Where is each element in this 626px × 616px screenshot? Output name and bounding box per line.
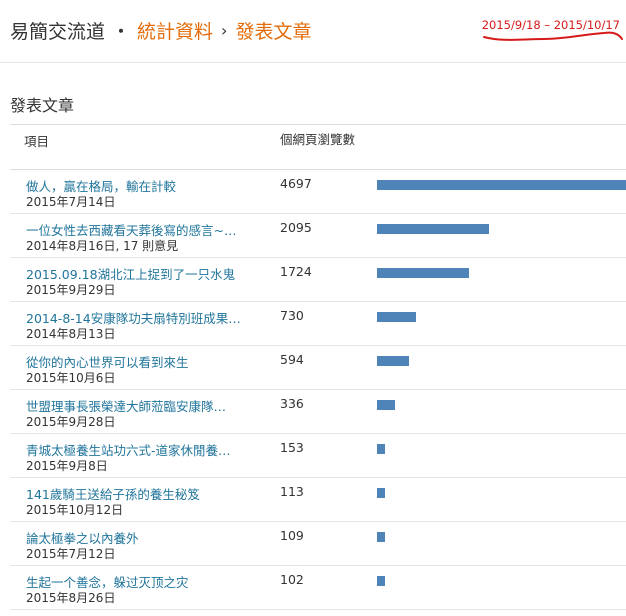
header: 易簡交流道 ・ 統計資料 › 發表文章 2015/9/18 – 2015/10/… xyxy=(0,0,626,63)
table-row: 世盟理事長張榮達大師蒞臨安康隊… 2015年9月28日 336 xyxy=(10,390,626,434)
view-count-bar xyxy=(377,268,469,278)
post-date-meta: 2015年9月8日 xyxy=(26,459,108,473)
table-row: 2014-8-14安康隊功夫扇特別班成果… 2014年8月13日 730 xyxy=(10,302,626,346)
view-count: 102 xyxy=(280,572,304,587)
post-date-meta: 2015年8月26日 xyxy=(26,591,116,605)
view-count-bar xyxy=(377,488,385,498)
table-row: 論太極拳之以內養外 2015年7月12日 109 xyxy=(10,522,626,566)
post-date-meta: 2015年7月14日 xyxy=(26,195,116,209)
view-count: 730 xyxy=(280,308,304,323)
table-row: 做人，贏在格局，輸在計較 2015年7月14日 4697 xyxy=(10,170,626,214)
table-row: 一位女性去西藏看天葬後寫的感言~… 2014年8月16日, 17 則意見 2095 xyxy=(10,214,626,258)
breadcrumb-site-name[interactable]: 易簡交流道 xyxy=(10,17,105,44)
view-count-bar xyxy=(377,356,409,366)
breadcrumb-current-page: 發表文章 xyxy=(235,20,312,43)
table-row: 青城太極養生站功六式-道家休閒養… 2015年9月8日 153 xyxy=(10,434,626,478)
view-count: 153 xyxy=(280,440,304,455)
breadcrumb-stats-link[interactable]: 統計資料 xyxy=(137,17,213,44)
column-header-item[interactable]: 項目 xyxy=(24,131,49,150)
table-header: 項目 個網頁瀏覽數 xyxy=(10,124,626,170)
view-count: 336 xyxy=(280,396,304,411)
view-count: 113 xyxy=(280,484,304,499)
post-date-meta: 2014年8月16日, 17 則意見 xyxy=(26,239,179,253)
view-count: 594 xyxy=(280,352,304,367)
posts-table: 項目 個網頁瀏覽數 做人，贏在格局，輸在計較 2015年7月14日 4697 一位女性… xyxy=(10,124,626,610)
breadcrumb-separator-arrow: › xyxy=(221,20,228,40)
post-date-meta: 2015年7月12日 xyxy=(26,547,116,561)
table-row: 從你的內心世界可以看到來生 2015年10月6日 594 xyxy=(10,346,626,390)
view-count: 2095 xyxy=(280,220,312,235)
view-count-bar xyxy=(377,576,385,586)
view-count: 109 xyxy=(280,528,304,543)
table-body: 做人，贏在格局，輸在計較 2015年7月14日 4697 一位女性去西藏看天葬後寫的感… xyxy=(10,170,626,610)
table-row: 2015.09.18湖北江上捉到了一只水鬼 2015年9月29日 1724 xyxy=(10,258,626,302)
post-date-meta: 2015年10月12日 xyxy=(26,503,124,517)
view-count: 4697 xyxy=(280,176,312,191)
section-title: 發表文章 xyxy=(10,96,75,115)
page: 易簡交流道 ・ 統計資料 › 發表文章 2015/9/18 – 2015/10/… xyxy=(0,0,626,616)
post-date-meta: 2015年9月28日 xyxy=(26,415,116,429)
breadcrumb: 易簡交流道 ・ 統計資料 › 發表文章 xyxy=(10,17,311,43)
post-date-meta: 2015年9月29日 xyxy=(26,283,116,297)
breadcrumb-separator-dot: ・ xyxy=(113,22,130,41)
post-date-meta: 2015年10月6日 xyxy=(26,371,116,385)
column-header-views[interactable]: 個網頁瀏覽數 xyxy=(280,131,360,148)
handwritten-underline-annotation xyxy=(483,31,623,41)
post-date-meta: 2014年8月13日 xyxy=(26,327,116,341)
view-count-bar xyxy=(377,532,385,542)
table-row: 141歲騎王送給子孫的養生秘笈 2015年10月12日 113 xyxy=(10,478,626,522)
view-count-bar xyxy=(377,400,395,410)
view-count-bar xyxy=(377,180,626,190)
table-row: 生起一个善念，躲过灭顶之灾 2015年8月26日 102 xyxy=(10,566,626,610)
view-count: 1724 xyxy=(280,264,312,279)
view-count-bar xyxy=(377,312,416,322)
view-count-bar xyxy=(377,224,489,234)
view-count-bar xyxy=(377,444,385,454)
